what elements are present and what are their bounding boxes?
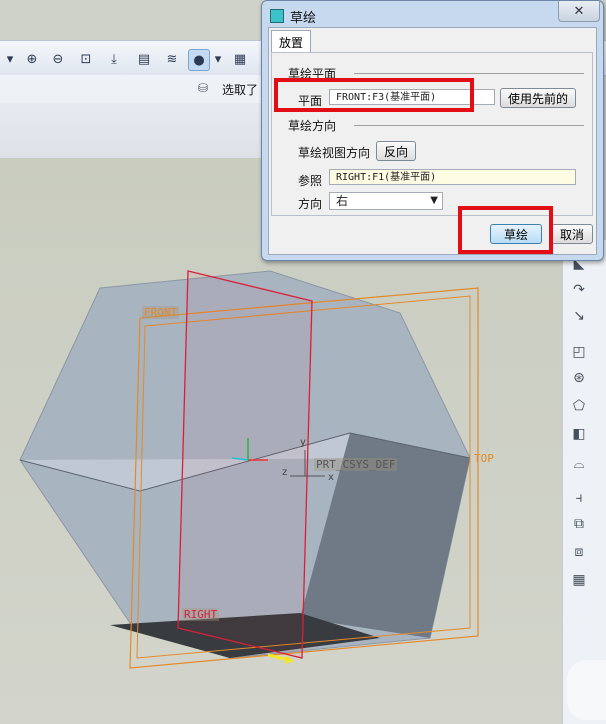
use-previous-button[interactable]: 使用先前的 — [500, 88, 576, 108]
dialog-title: 草绘 — [290, 11, 317, 26]
tab-placement[interactable]: 放置 — [271, 30, 311, 53]
reference-label: 参照 — [298, 174, 323, 188]
saved-views-icon[interactable]: ▦ — [230, 49, 250, 69]
pattern-icon[interactable]: ▦ — [569, 570, 589, 590]
blend-icon[interactable]: ◰ — [569, 342, 589, 362]
dropdown-arrow-icon[interactable]: ▾ — [0, 49, 20, 69]
trim-icon[interactable]: ⧈ — [569, 542, 589, 562]
layers-icon[interactable]: ≋ — [162, 49, 182, 69]
section-divider — [354, 125, 584, 126]
feature-toolbar: ◣ ↷ ↘ ◰ ⊛ ⬠ ◧ ⌓ ⫞ ⧉ ⧈ ▦ — [562, 240, 606, 724]
sweep-icon[interactable]: ↘ — [569, 306, 589, 326]
mirror-icon[interactable]: ⫞ — [569, 488, 589, 508]
csys-z-label: z — [282, 467, 288, 478]
canvas-background-upper — [0, 103, 264, 158]
direction-value: 右 — [336, 194, 349, 208]
hole-icon[interactable]: ⊛ — [569, 368, 589, 388]
right-plane-label: RIGHT — [182, 608, 220, 621]
rib-icon[interactable]: ◧ — [569, 424, 589, 444]
front-plane-label: FRONT — [142, 306, 180, 319]
plane-highlight-annotation — [274, 78, 474, 112]
merge-icon[interactable]: ⧉ — [569, 514, 589, 534]
selection-bar: ⛁ 选取了 — [0, 75, 264, 104]
flip-button[interactable]: 反向 — [376, 141, 416, 161]
zoom-in-icon[interactable]: ⊕ — [22, 49, 42, 69]
display-style-dropdown-icon[interactable]: ▾ — [212, 49, 224, 69]
zoom-fit-icon[interactable]: ⊡ — [76, 49, 96, 69]
right-datum-plane-selected[interactable] — [177, 270, 313, 659]
sketch-button-highlight-annotation — [458, 206, 553, 254]
reference-field[interactable]: RIGHT:F1(基准平面) — [329, 169, 576, 185]
section-divider — [354, 73, 584, 74]
direction-select[interactable]: 右 ▼ — [329, 192, 443, 210]
chevron-down-icon: ▼ — [430, 195, 438, 206]
csys-y-label: y — [300, 437, 306, 448]
display-style-icon[interactable]: ● — [188, 49, 210, 71]
placement-panel: 草绘平面 平面 FRONT:F3(基准平面) 使用先前的 草绘方向 草绘视图方向… — [271, 52, 593, 216]
rail-scroll-cap — [567, 660, 606, 720]
close-button[interactable]: ✕ — [558, 1, 600, 22]
revolve-icon[interactable]: ↷ — [569, 280, 589, 300]
csys-x-label: x — [328, 472, 334, 483]
named-view-icon[interactable]: ▤ — [134, 49, 154, 69]
zoom-out-icon[interactable]: ⊖ — [48, 49, 68, 69]
cancel-button[interactable]: 取消 — [551, 224, 593, 244]
draft-icon[interactable]: ⌓ — [569, 454, 589, 474]
csys-label: PRT_CSYS_DEF — [314, 458, 398, 471]
sketch-app-icon — [270, 9, 284, 23]
selection-status: 选取了 — [222, 83, 259, 97]
orientation-section-title: 草绘方向 — [288, 119, 337, 133]
view-toolbar: ▾ ⊕ ⊖ ⊡ ⤓ ▤ ≋ ● ▾ ▦ — [0, 40, 264, 76]
view-direction-label: 草绘视图方向 — [298, 146, 371, 160]
top-plane-label: TOP — [474, 452, 494, 465]
direction-label: 方向 — [298, 197, 323, 211]
reorient-icon[interactable]: ⤓ — [104, 49, 124, 69]
shell-icon[interactable]: ⬠ — [569, 396, 589, 416]
filter-icon[interactable]: ⛁ — [198, 81, 208, 95]
